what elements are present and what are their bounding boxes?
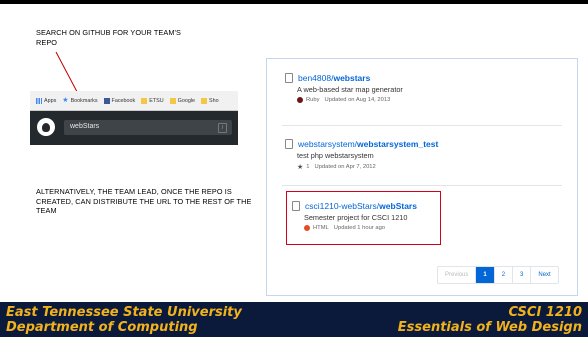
language-dot-icon (304, 225, 310, 231)
repo-language: Ruby (306, 97, 320, 103)
bookmark-facebook[interactable]: Facebook (103, 97, 136, 104)
facebook-icon (103, 97, 110, 104)
slash-shortcut-icon: / (218, 123, 227, 133)
repo-link[interactable]: ben4808/webstars (298, 73, 370, 83)
folder-icon (141, 97, 148, 104)
folder-icon (201, 97, 208, 104)
bookmark-google[interactable]: Google (169, 97, 196, 104)
bookmark-etsu[interactable]: ETSU (141, 97, 164, 104)
page-1-button[interactable]: 1 (476, 267, 495, 283)
footer: East Tennessee State University Departme… (0, 302, 588, 337)
result-item: webstarsystem/webstarsystem_test test ph… (285, 139, 438, 171)
bookmark-label: Apps (44, 97, 57, 104)
repo-link[interactable]: webstarsystem/webstarsystem_test (298, 139, 438, 149)
repo-link[interactable]: csci1210-webStars/webStars (305, 201, 417, 211)
star-icon: ★ (297, 164, 304, 171)
bookmark-bookmarks[interactable]: ★ Bookmarks (62, 96, 98, 104)
repo-icon (285, 139, 293, 149)
bookmarks-bar: Apps ★ Bookmarks Facebook ETSU Google Sho (30, 91, 238, 111)
university-name: East Tennessee State University (6, 305, 242, 320)
repo-language: HTML (313, 225, 329, 231)
bookmark-label: Bookmarks (70, 97, 98, 104)
folder-icon (169, 97, 176, 104)
bookmark-label: Facebook (111, 97, 136, 104)
course-title: Essentials of Web Design (397, 320, 582, 335)
bookmark-label: ETSU (149, 97, 164, 104)
department-name: Department of Computing (6, 320, 198, 335)
repo-description: A web-based star map generator (297, 85, 403, 94)
result-item-highlighted: csci1210-webStars/webStars Semester proj… (292, 201, 417, 231)
search-input[interactable]: webStars / (64, 120, 232, 135)
page-3-button[interactable]: 3 (513, 267, 532, 283)
repo-icon (292, 201, 300, 211)
repo-updated: Updated on Apr 7, 2012 (314, 164, 376, 170)
repo-meta: HTML Updated 1 hour ago (304, 225, 417, 231)
divider (282, 125, 562, 126)
repo-description: Semester project for CSCI 1210 (304, 213, 408, 222)
browser-snippet: Apps ★ Bookmarks Facebook ETSU Google Sho… (30, 91, 238, 145)
repo-meta: ★ 1 Updated on Apr 7, 2012 (297, 163, 438, 171)
repo-updated: Updated on Aug 14, 2013 (324, 97, 391, 103)
bookmark-label: Google (177, 97, 196, 104)
search-value: webStars (70, 123, 100, 130)
previous-button[interactable]: Previous (438, 267, 477, 283)
repo-description: test php webstarsystem (297, 151, 374, 160)
bookmark-apps[interactable]: Apps (36, 97, 57, 104)
course-code: CSCI 1210 (508, 305, 582, 320)
repo-stars[interactable]: 1 (306, 164, 309, 170)
result-item: ben4808/webstars A web-based star map ge… (285, 73, 403, 103)
pagination: Previous 1 2 3 Next (437, 266, 559, 284)
repo-meta: Ruby Updated on Aug 14, 2013 (297, 97, 403, 103)
repo-icon (285, 73, 293, 83)
bookmark-label: Sho (209, 97, 219, 104)
github-logo-icon[interactable] (37, 118, 55, 136)
star-icon: ★ (62, 96, 69, 104)
apps-icon (36, 97, 42, 104)
bookmark-sho[interactable]: Sho (201, 97, 219, 104)
next-button[interactable]: Next (531, 267, 557, 283)
repo-updated: Updated 1 hour ago (333, 225, 386, 231)
divider (282, 185, 562, 186)
language-dot-icon (297, 97, 303, 103)
github-header: webStars / (30, 111, 238, 145)
slide: SEARCH ON GITHUB FOR YOUR TEAM'S REPO AL… (0, 0, 588, 337)
page-2-button[interactable]: 2 (495, 267, 514, 283)
